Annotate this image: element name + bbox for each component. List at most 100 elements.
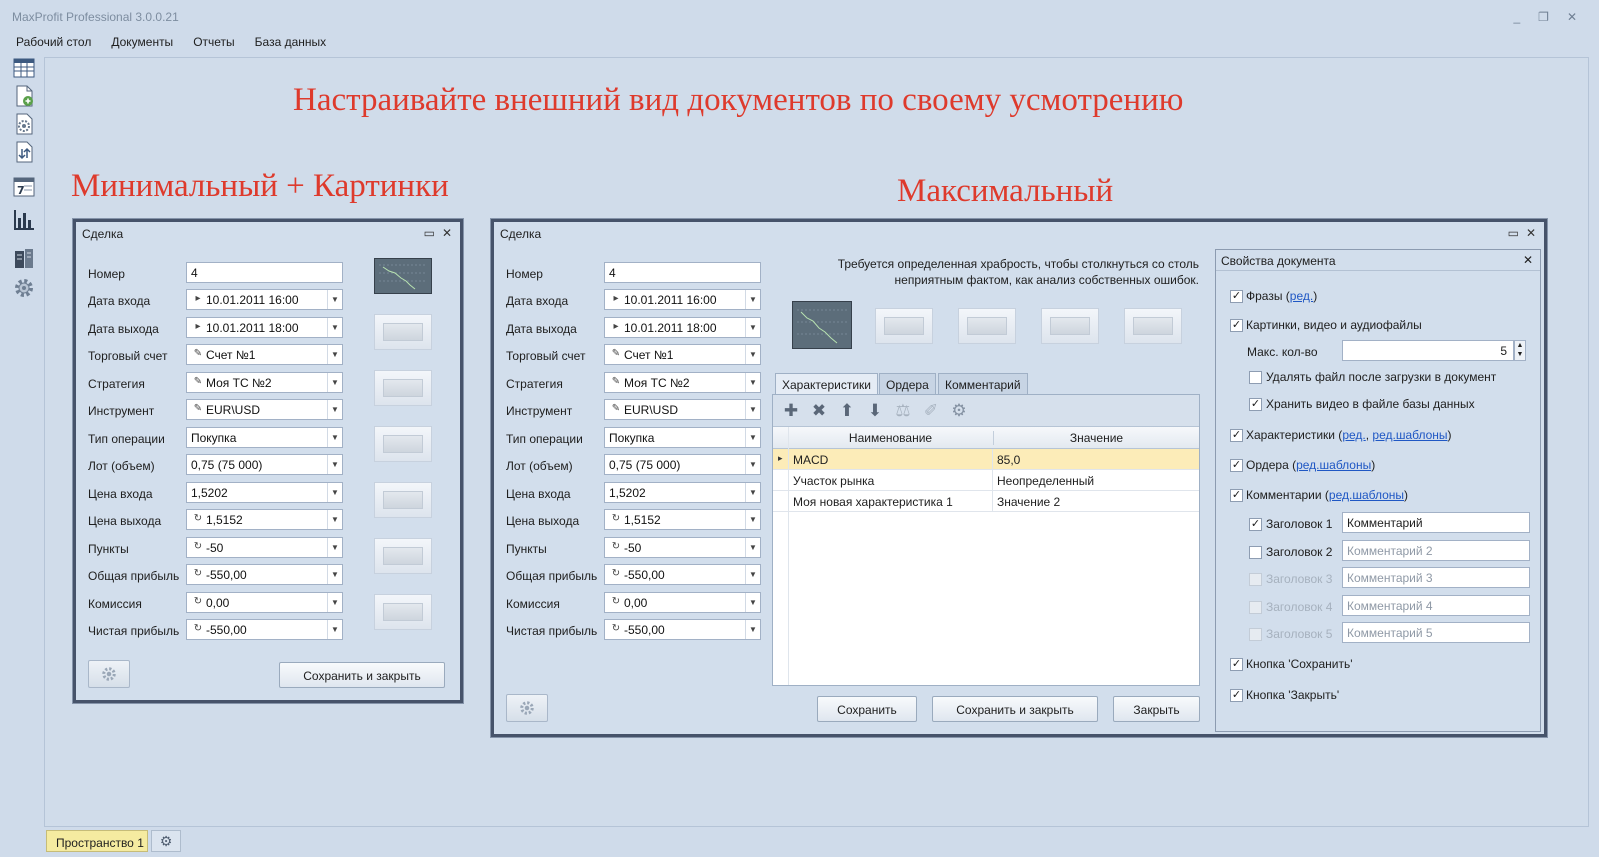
total-profit-field[interactable]: ↻ -550,00 ▼	[186, 564, 343, 585]
dropdown-icon[interactable]: ▼	[745, 318, 760, 337]
store-video-checkbox[interactable]: ✓	[1249, 398, 1262, 411]
dropdown-icon[interactable]: ▼	[745, 510, 760, 529]
save-button-checkbox[interactable]: ✓	[1230, 658, 1243, 671]
image-placeholder[interactable]	[374, 370, 432, 406]
header-2-checkbox[interactable]	[1249, 546, 1262, 559]
phrases-checkbox[interactable]: ✓	[1230, 290, 1243, 303]
max-count-input[interactable]: 5	[1342, 340, 1514, 361]
image-placeholder[interactable]	[1124, 308, 1182, 344]
refresh-icon[interactable]: ↻	[606, 510, 626, 529]
dropdown-icon[interactable]: ▼	[327, 373, 342, 392]
image-placeholder[interactable]	[374, 314, 432, 350]
close-button[interactable]: Закрыть	[1113, 696, 1200, 722]
gear-icon[interactable]: ⚙	[151, 830, 181, 852]
gear-icon[interactable]: ⚙	[947, 401, 971, 421]
refresh-icon[interactable]: ↻	[606, 565, 626, 584]
spinner-icon[interactable]: ▲ ▼	[1514, 340, 1526, 361]
tab-comment[interactable]: Комментарий	[938, 373, 1028, 395]
table-icon[interactable]	[12, 56, 36, 80]
edit-phrases-link[interactable]: ред.	[1290, 289, 1313, 303]
calendar-icon[interactable]: 7	[12, 174, 36, 198]
settings-button[interactable]	[506, 694, 548, 722]
exit-price-field[interactable]: ↻ 1,5152 ▼	[186, 509, 343, 530]
close-button-checkbox[interactable]: ✓	[1230, 689, 1243, 702]
bar-chart-icon[interactable]	[12, 208, 36, 232]
maximize-icon[interactable]: ▭	[424, 226, 435, 240]
dropdown-icon[interactable]: ▼	[745, 290, 760, 309]
refresh-icon[interactable]: ↻	[188, 510, 208, 529]
table-row[interactable]: ▸ MACD 85,0	[773, 449, 1199, 470]
header-4-checkbox[interactable]	[1249, 601, 1262, 614]
expand-icon[interactable]: ▸	[188, 318, 208, 337]
dropdown-icon[interactable]: ▼	[745, 593, 760, 612]
dropdown-icon[interactable]: ▼	[745, 400, 760, 419]
dropdown-icon[interactable]: ▼	[745, 538, 760, 557]
refresh-icon[interactable]: ↻	[188, 565, 208, 584]
dropdown-icon[interactable]: ▼	[327, 538, 342, 557]
refresh-icon[interactable]: ↻	[188, 593, 208, 612]
brush-icon[interactable]: ✐	[919, 401, 943, 421]
orders-checkbox[interactable]: ✓	[1230, 459, 1243, 472]
menu-database[interactable]: База данных	[255, 30, 326, 52]
image-placeholder[interactable]	[958, 308, 1016, 344]
commission-field[interactable]: ↻ 0,00 ▼	[186, 592, 343, 613]
refresh-icon[interactable]: ↻	[606, 538, 626, 557]
total-profit-field[interactable]: ↻ -550,00 ▼	[604, 564, 761, 585]
strategy-field[interactable]: ✎ Моя ТС №2 ▼	[186, 372, 343, 393]
dropdown-icon[interactable]: ▼	[327, 400, 342, 419]
points-field[interactable]: ↻ -50 ▼	[604, 537, 761, 558]
edit-characteristics-link[interactable]: ред.	[1342, 428, 1365, 442]
dropdown-icon[interactable]: ▼	[745, 620, 760, 639]
edit-icon[interactable]: ✎	[606, 400, 626, 419]
exit-date-field[interactable]: ▸ 10.01.2011 18:00 ▼	[186, 317, 343, 338]
characteristics-checkbox[interactable]: ✓	[1230, 429, 1243, 442]
dropdown-icon[interactable]: ▼	[745, 483, 760, 502]
table-row[interactable]: Участок рынка Неопределенный	[773, 470, 1199, 491]
account-field[interactable]: ✎ Счет №1 ▼	[604, 344, 761, 365]
maximize-icon[interactable]: ▭	[1508, 226, 1519, 240]
settings-icon[interactable]	[12, 276, 36, 300]
database-icon[interactable]	[12, 246, 36, 270]
edit-icon[interactable]: ✎	[188, 373, 208, 392]
image-placeholder[interactable]	[875, 308, 933, 344]
table-row[interactable]: Моя новая характеристика 1 Значение 2	[773, 491, 1199, 512]
image-placeholder[interactable]	[374, 594, 432, 630]
lot-field[interactable]: 0,75 (75 000) ▼	[186, 454, 343, 475]
header-5-input[interactable]: Комментарий 5	[1342, 622, 1530, 643]
header-2-input[interactable]: Комментарий 2	[1342, 540, 1530, 561]
entry-price-field[interactable]: 1,5202 ▼	[604, 482, 761, 503]
refresh-icon[interactable]: ↻	[606, 620, 626, 639]
plus-icon[interactable]: ✚	[779, 401, 803, 421]
close-icon[interactable]: ✕	[442, 226, 452, 240]
media-checkbox[interactable]: ✓	[1230, 319, 1243, 332]
save-and-close-button[interactable]: Сохранить и закрыть	[279, 662, 445, 688]
new-document-icon[interactable]	[12, 84, 36, 108]
dropdown-icon[interactable]: ▼	[327, 455, 342, 474]
instrument-field[interactable]: ✎ EUR\USD ▼	[604, 399, 761, 420]
edit-icon[interactable]: ✎	[188, 400, 208, 419]
dropdown-icon[interactable]: ▼	[327, 290, 342, 309]
image-placeholder[interactable]	[1041, 308, 1099, 344]
comments-checkbox[interactable]: ✓	[1230, 489, 1243, 502]
header-1-input[interactable]: Комментарий	[1342, 512, 1530, 533]
close-icon[interactable]: ✕	[1526, 226, 1536, 240]
dropdown-icon[interactable]: ▼	[327, 345, 342, 364]
import-document-icon[interactable]	[12, 140, 36, 164]
arrow-up-icon[interactable]: ⬆	[835, 401, 859, 421]
header-5-checkbox[interactable]	[1249, 628, 1262, 641]
workspace-tab[interactable]: Пространство 1	[46, 830, 148, 852]
entry-price-field[interactable]: 1,5202 ▼	[186, 482, 343, 503]
restore-icon[interactable]: ❐	[1538, 10, 1549, 24]
image-placeholder[interactable]	[374, 426, 432, 462]
edit-icon[interactable]: ✎	[188, 345, 208, 364]
operation-type-field[interactable]: Покупка ▼	[186, 427, 343, 448]
refresh-icon[interactable]: ↻	[188, 538, 208, 557]
image-placeholder[interactable]	[374, 538, 432, 574]
image-placeholder[interactable]	[374, 482, 432, 518]
instrument-field[interactable]: ✎ EUR\USD ▼	[186, 399, 343, 420]
refresh-icon[interactable]: ↻	[606, 593, 626, 612]
tab-characteristics[interactable]: Характеристики	[775, 373, 878, 395]
document-settings-icon[interactable]	[12, 112, 36, 136]
save-button[interactable]: Сохранить	[817, 696, 917, 722]
chart-thumbnail[interactable]	[374, 258, 432, 294]
